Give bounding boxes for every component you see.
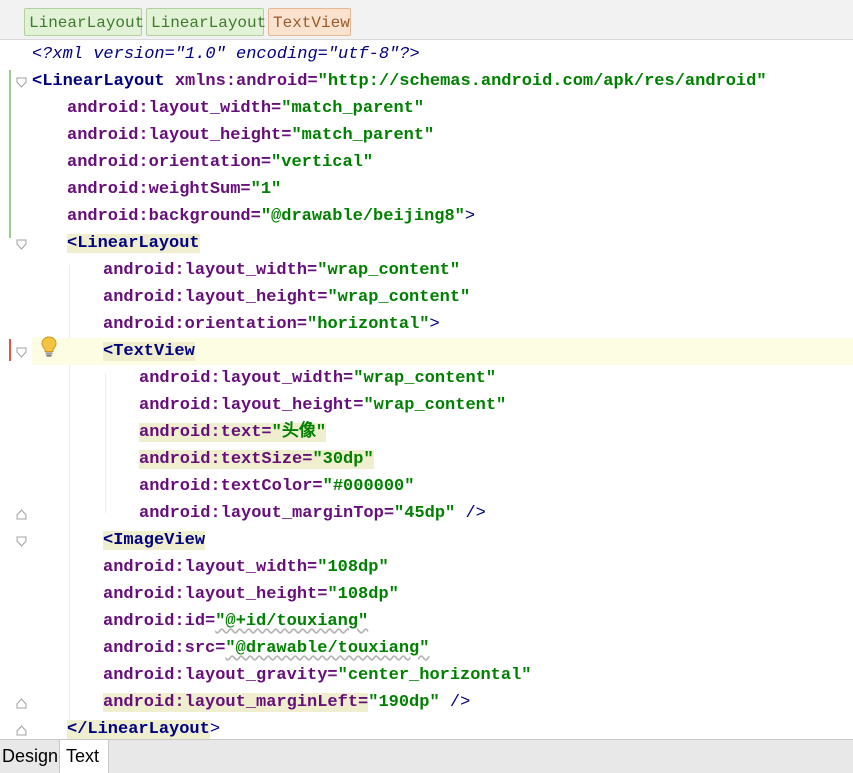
code-line[interactable]: android:layout_gravity="center_horizonta… [32,662,531,689]
fold-open-icon[interactable] [16,347,27,358]
code-line[interactable]: android:layout_marginLeft="190dp" /> [32,689,470,716]
tab-text[interactable]: Text [59,740,109,773]
code-line[interactable]: android:weightSum="1" [32,176,281,203]
code-line[interactable]: <?xml version="1.0" encoding="utf-8"?> [32,41,420,68]
code-line[interactable]: <LinearLayout [32,230,200,257]
code-editor[interactable]: <?xml version="1.0" encoding="utf-8"?> <… [0,40,853,739]
code-line[interactable]: android:orientation="vertical" [32,149,373,176]
code-line[interactable]: android:layout_width="match_parent" [32,95,424,122]
fold-end-icon[interactable] [16,725,27,736]
vcs-change-marker-modified[interactable] [9,339,11,361]
code-line[interactable]: android:text="头像" [32,419,327,446]
code-line[interactable]: android:layout_height="wrap_content" [32,392,506,419]
code-line[interactable]: android:layout_width="wrap_content" [32,257,460,284]
editor-mode-tabs: Design Text [0,739,853,773]
code-line[interactable]: android:layout_height="108dp" [32,581,399,608]
fold-open-icon[interactable] [16,536,27,547]
breadcrumb-bar: LinearLayout LinearLayout TextView [0,0,853,40]
code-line[interactable]: android:background="@drawable/beijing8"> [32,203,475,230]
fold-end-icon[interactable] [16,698,27,709]
fold-open-icon[interactable] [16,77,27,88]
code-line[interactable]: </LinearLayout> [32,716,220,739]
code-line[interactable]: <LinearLayout xmlns:android="http://sche… [32,68,767,95]
code-line[interactable]: android:orientation="horizontal"> [32,311,440,338]
editor-gutter[interactable] [0,40,28,739]
breadcrumb-item-linearlayout-root[interactable]: LinearLayout [24,8,144,36]
breadcrumb-item-textview[interactable]: TextView [268,8,351,36]
fold-open-icon[interactable] [16,239,27,250]
tab-design[interactable]: Design [0,740,58,773]
code-line[interactable]: <ImageView [32,527,206,554]
code-line-caret[interactable]: <TextView [32,338,853,365]
code-line[interactable]: android:layout_height="match_parent" [32,122,434,149]
code-line[interactable]: android:src="@drawable/touxiang" [32,635,429,662]
code-line[interactable]: android:layout_width="wrap_content" [32,365,496,392]
code-line[interactable]: android:layout_marginTop="45dp" /> [32,500,486,527]
code-line[interactable]: android:layout_width="108dp" [32,554,389,581]
code-line[interactable]: android:id="@+id/touxiang" [32,608,368,635]
breadcrumb-item-linearlayout-child[interactable]: LinearLayout [146,8,266,36]
vcs-change-marker[interactable] [9,70,11,238]
code-line[interactable]: android:textSize="30dp" [32,446,374,473]
lightbulb-icon[interactable] [40,336,58,358]
code-line[interactable]: android:layout_height="wrap_content" [32,284,470,311]
code-line[interactable]: android:textColor="#000000" [32,473,414,500]
fold-end-icon[interactable] [16,509,27,520]
